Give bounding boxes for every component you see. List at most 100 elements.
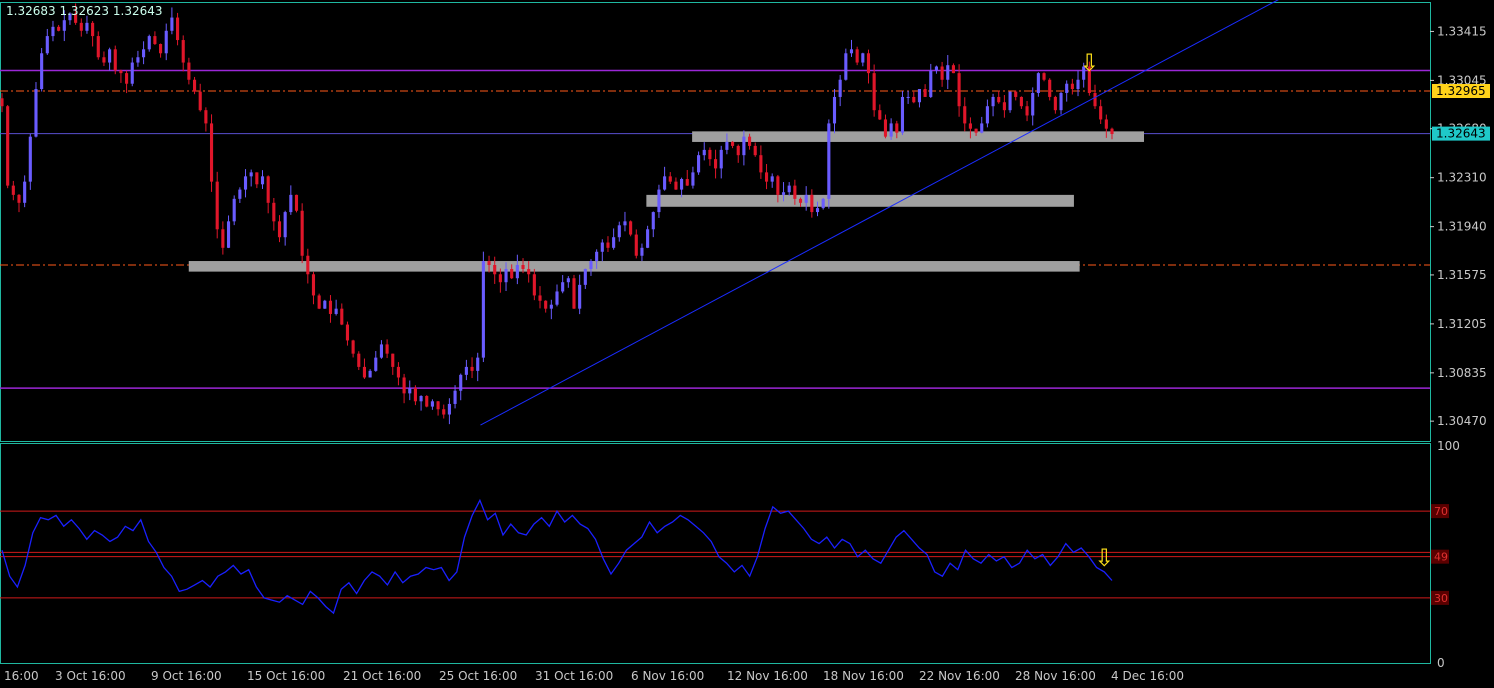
time-tick-label: 4 Dec 16:00 — [1111, 669, 1184, 683]
candle-body — [130, 62, 134, 84]
candle-body — [255, 172, 259, 185]
candle-body — [968, 123, 972, 129]
candle-body — [697, 155, 701, 173]
candle-body — [1025, 106, 1029, 116]
candle-body — [476, 357, 480, 371]
price-tag-label-current: 1.32643 — [1436, 127, 1486, 141]
candlestick-series — [0, 3, 1114, 425]
candle-body — [51, 26, 55, 37]
candle-body — [600, 242, 604, 252]
candle-body — [544, 300, 548, 309]
candle-body — [702, 149, 706, 156]
sr-zone-1 — [646, 194, 1074, 207]
support-resistance-zones[interactable] — [188, 131, 1144, 272]
candle-body — [878, 110, 882, 120]
candle-body — [204, 110, 208, 124]
candle-body — [951, 65, 955, 74]
candle-body — [646, 229, 650, 248]
candle-body — [289, 194, 293, 213]
candle-body — [595, 251, 599, 262]
candle-body — [192, 79, 197, 92]
candle-body — [731, 141, 735, 146]
candle-body — [34, 89, 38, 137]
candle-body — [821, 198, 825, 209]
candle-body — [159, 44, 163, 54]
candle-body — [1002, 102, 1006, 111]
candle-body — [340, 308, 344, 325]
price-tags: 1.32965 1.32643 — [1432, 83, 1490, 141]
candle-body — [277, 221, 282, 238]
candle-body — [1070, 83, 1074, 90]
candle-body — [912, 96, 916, 103]
candle-body — [940, 66, 944, 80]
candle-body — [883, 119, 888, 137]
candle-body — [617, 225, 621, 238]
candle-body — [725, 141, 729, 150]
candle-body — [770, 176, 774, 182]
candle-body — [459, 374, 463, 391]
candle-body — [1099, 106, 1103, 120]
candle-body — [538, 295, 542, 301]
trendline-group[interactable]: ⇩ — [480, 0, 1287, 426]
candle-body — [606, 242, 610, 248]
candle-body — [385, 344, 389, 354]
candle-body — [680, 178, 684, 190]
time-tick-label: 25 Oct 16:00 — [439, 669, 517, 683]
candle-body — [1065, 83, 1069, 93]
candle-body — [260, 176, 265, 185]
candle-body — [674, 181, 678, 190]
price-tick-label: 1.30470 — [1437, 414, 1487, 428]
candle-body — [634, 234, 638, 256]
candle-body — [804, 194, 808, 203]
candle-body — [589, 261, 593, 269]
candle-body — [164, 30, 168, 54]
price-tick-label: 1.32310 — [1437, 171, 1487, 185]
candle-body — [396, 366, 400, 378]
candle-body — [453, 390, 457, 404]
candle-body — [549, 304, 553, 309]
candle-body — [504, 268, 508, 283]
candle-body — [1031, 92, 1035, 116]
indicator-panel: 100 70 49 30 0 ⇩ — [0, 439, 1460, 670]
candle-body — [872, 73, 876, 111]
candle-body — [300, 210, 304, 256]
candle-body — [1048, 79, 1052, 97]
candle-body — [334, 308, 338, 314]
candle-body — [125, 73, 129, 84]
candle-body — [102, 57, 106, 63]
candle-body — [45, 36, 49, 54]
price-tag-label-level: 1.32965 — [1436, 84, 1486, 98]
candle-body — [668, 176, 672, 182]
price-tick-label: 1.33415 — [1437, 24, 1487, 38]
price-tick-label: 1.30835 — [1437, 366, 1487, 380]
candle-body — [974, 128, 978, 133]
candle-body — [866, 53, 871, 74]
candle-body — [170, 17, 174, 31]
candle-body — [963, 106, 967, 124]
candle-body — [1036, 73, 1040, 93]
candle-body — [521, 265, 525, 269]
time-axis: 16:00 3 Oct 16:00 9 Oct 16:00 15 Oct 16:00 2… — [4, 669, 1184, 683]
candle-body — [0, 98, 4, 107]
candle-body — [306, 255, 310, 275]
candle-body — [572, 278, 576, 309]
candle-body — [96, 36, 100, 58]
candle-body — [957, 73, 961, 107]
candle-body — [238, 189, 242, 199]
candle-body — [40, 53, 44, 90]
candle-body — [1110, 128, 1114, 135]
candle-body — [493, 265, 497, 275]
candle-body — [1053, 96, 1057, 111]
candle-body — [532, 274, 536, 296]
ohlc-readout: 1.32683 1.32623 1.32643 — [6, 4, 163, 18]
time-tick-label: 31 Oct 16:00 — [535, 669, 613, 683]
candle-body — [328, 300, 333, 314]
price-tick-label: 1.31940 — [1437, 220, 1487, 234]
candle-body — [28, 136, 32, 182]
candle-body — [663, 176, 667, 190]
down-arrow-signal-icon: ⇩ — [1094, 544, 1114, 572]
candle-body — [781, 192, 786, 195]
time-tick-label: 9 Oct 16:00 — [151, 669, 222, 683]
candle-body — [714, 159, 718, 169]
sr-zone-0 — [692, 131, 1144, 142]
